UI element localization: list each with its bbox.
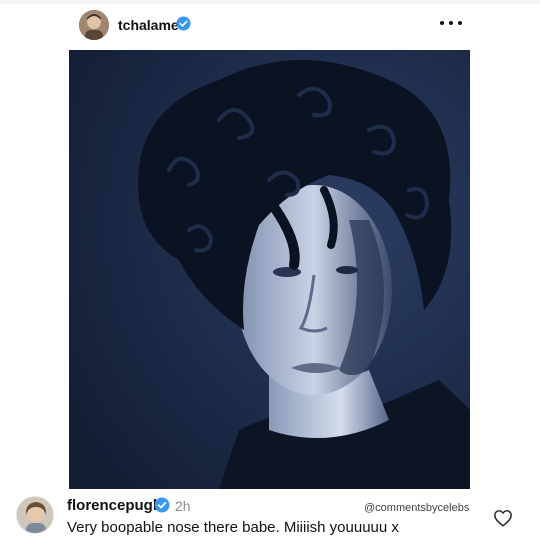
- post-header: tchalamet: [0, 6, 540, 46]
- heart-outline-icon[interactable]: [493, 509, 513, 527]
- watermark: @commentsbycelebs: [364, 502, 470, 514]
- post-photo[interactable]: [69, 50, 470, 489]
- comment-timestamp: 2h: [175, 498, 191, 514]
- avatar-image: [79, 10, 109, 40]
- comment-avatar[interactable]: [16, 496, 54, 534]
- verified-badge-icon: [154, 497, 170, 513]
- verified-badge-icon: [176, 16, 191, 31]
- portrait-image: [69, 50, 470, 489]
- top-divider: [0, 0, 540, 4]
- avatar[interactable]: [79, 10, 109, 40]
- comment-avatar-image: [17, 497, 53, 533]
- more-options-icon[interactable]: [440, 15, 462, 31]
- post-username[interactable]: tchalamet: [118, 17, 183, 33]
- comment-username[interactable]: florencepugh: [67, 497, 162, 514]
- comment-text: Very boopable nose there babe. Miiiish y…: [67, 519, 399, 536]
